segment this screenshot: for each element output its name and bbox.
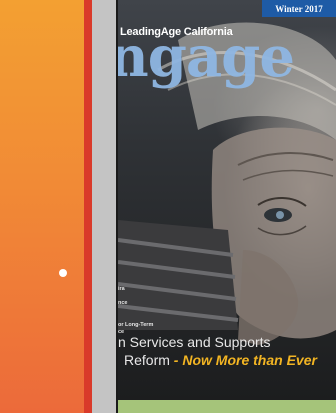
headline-line-1: n Services and Supports [118, 334, 271, 350]
brand-name: LeadingAge California [120, 26, 233, 38]
bottom-bar [118, 400, 336, 413]
headline-accent: - Now More than Ever [173, 352, 317, 368]
dot-icon [59, 269, 67, 277]
sidebar-snippet: nce [118, 300, 128, 306]
issue-badge: Winter 2017 [262, 0, 336, 17]
sidebar-snippet: or Long-Term [118, 322, 154, 328]
headline-lead: Reform [124, 352, 170, 368]
left-orange-panel [0, 0, 84, 413]
magazine-cover[interactable]: Winter 2017 ngage LeadingAge California … [118, 0, 336, 413]
red-stripe [84, 0, 92, 413]
headline-line-2: Reform - Now More than Ever [124, 352, 317, 368]
sidebar-snippet: ira [118, 286, 125, 292]
page-gutter [92, 0, 116, 413]
